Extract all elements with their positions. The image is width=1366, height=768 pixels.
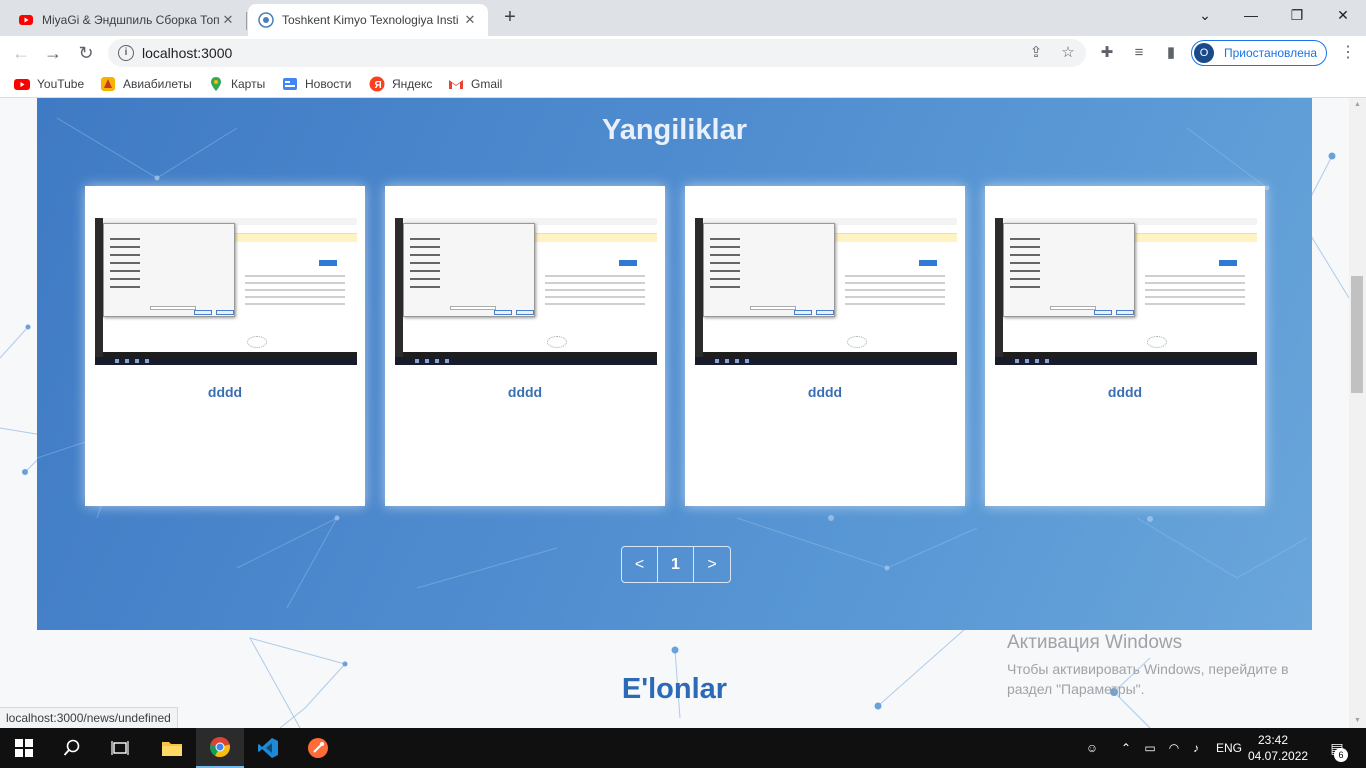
clock-date: 04.07.2022 (1248, 749, 1309, 763)
close-window-button[interactable]: ✕ (1320, 0, 1366, 30)
restore-button[interactable]: ❐ (1274, 0, 1320, 30)
aviabilety-icon (101, 77, 115, 91)
reload-icon[interactable]: ↻ (73, 40, 99, 66)
start-button[interactable] (0, 728, 48, 768)
close-tab-icon[interactable]: ✕ (462, 12, 478, 28)
browser-tab-bar: MiyaGi & Эндшпиль Сборка Топ ✕ Toshkent … (0, 0, 1366, 36)
tab-separator (246, 12, 247, 30)
news-section: Yangiliklar dddd dddd dddd dddd < 1 > (37, 98, 1312, 630)
volume-icon[interactable]: ♪ (1186, 728, 1206, 768)
news-card-caption[interactable]: dddd (85, 384, 365, 400)
gmail-icon (449, 80, 463, 89)
pagination-next-button[interactable]: > (694, 547, 730, 582)
news-card-image[interactable] (695, 218, 957, 365)
new-tab-button[interactable]: + (498, 6, 522, 30)
pagination-page-1[interactable]: 1 (658, 547, 694, 582)
scrollbar-thumb[interactable] (1351, 276, 1363, 393)
vscode-taskbar-icon[interactable] (244, 728, 292, 768)
youtube-icon (14, 79, 30, 90)
news-icon (283, 78, 297, 90)
profile-button[interactable]: O Приостановлена (1191, 40, 1327, 66)
news-card[interactable]: dddd (985, 186, 1265, 506)
address-url[interactable]: localhost:3000 (142, 45, 232, 61)
profile-status: Приостановлена (1224, 46, 1318, 60)
news-card[interactable]: dddd (85, 186, 365, 506)
bookmark-label: Карты (231, 77, 266, 91)
windows-logo-icon (15, 739, 33, 757)
news-card-image[interactable] (995, 218, 1257, 365)
clock-time: 23:42 (1257, 733, 1289, 747)
news-card-caption[interactable]: dddd (685, 384, 965, 400)
news-card-caption[interactable]: dddd (985, 384, 1265, 400)
show-hidden-icons-chevron-icon[interactable]: ⌃ (1116, 728, 1136, 768)
bookmark-karty[interactable]: Карты (208, 75, 265, 93)
news-pagination: < 1 > (621, 546, 731, 583)
extensions-puzzle-icon[interactable]: ✚ (1096, 42, 1118, 64)
side-panel-icon[interactable]: ▮ (1160, 42, 1182, 64)
scroll-up-arrow-icon[interactable]: ▲ (1349, 98, 1366, 112)
bookmark-label: YouTube (37, 77, 85, 91)
bookmark-gmail[interactable]: Gmail (448, 75, 502, 93)
back-arrow-icon[interactable]: ← (8, 40, 34, 66)
news-card-image[interactable] (395, 218, 657, 365)
svg-text:Я: Я (375, 80, 382, 91)
bookmark-label: Gmail (471, 77, 503, 91)
bookmark-star-icon[interactable]: ☆ (1058, 43, 1078, 63)
close-tab-icon[interactable]: ✕ (220, 12, 236, 28)
input-language[interactable]: ENG (1212, 728, 1246, 768)
system-clock[interactable]: 23:42 04.07.2022 (1248, 732, 1309, 764)
browser-toolbar: ← → ↻ i localhost:3000 ⇪ ☆ ✚ ≡ ▮ O Приос… (0, 36, 1366, 70)
bookmark-label: Новости (305, 77, 352, 91)
bookmark-label: Авиабилеты (123, 77, 192, 91)
news-section-title: Yangiliklar (601, 114, 748, 146)
tab-active-site[interactable]: Toshkent Kimyo Texnologiya Insti ✕ (248, 4, 488, 36)
pagination-prev-button[interactable]: < (622, 547, 658, 582)
people-icon[interactable]: ☺ (1078, 728, 1106, 768)
windows-activation-watermark: Активация Windows Чтобы активировать Win… (1007, 632, 1317, 699)
forward-arrow-icon[interactable]: → (40, 40, 66, 66)
address-bar[interactable]: i localhost:3000 ⇪ ☆ (108, 39, 1086, 67)
file-explorer-icon[interactable] (148, 728, 196, 768)
page-viewport: Yangiliklar dddd dddd dddd dddd < 1 > E'… (0, 98, 1349, 728)
media-queue-icon[interactable]: ≡ (1128, 42, 1150, 64)
search-icon[interactable] (48, 728, 96, 768)
scroll-down-arrow-icon[interactable]: ▼ (1349, 714, 1366, 728)
bookmark-aviabilety[interactable]: Авиабилеты (100, 75, 192, 93)
news-card[interactable]: dddd (685, 186, 965, 506)
activation-message: Чтобы активировать Windows, перейдите в … (1007, 661, 1289, 697)
minimize-button[interactable]: — (1228, 0, 1274, 30)
news-card[interactable]: dddd (385, 186, 665, 506)
link-status-bubble: localhost:3000/news/undefined (0, 707, 178, 728)
tab-title: Toshkent Kimyo Texnologiya Insti (282, 13, 459, 27)
bookmark-novosti[interactable]: Новости (282, 75, 351, 93)
avatar: O (1194, 43, 1214, 63)
bookmarks-bar: YouTube Авиабилеты Карты Новости Я Яндек… (0, 70, 1366, 98)
more-menu-icon[interactable]: ⋮ (1340, 42, 1356, 64)
youtube-icon (19, 15, 33, 25)
tab-youtube[interactable]: MiyaGi & Эндшпиль Сборка Топ ✕ (8, 4, 246, 36)
wifi-icon[interactable]: ◠ (1164, 728, 1184, 768)
page-scrollbar[interactable]: ▲ ▼ (1349, 98, 1366, 728)
tab-search-icon[interactable]: ⌄ (1182, 0, 1228, 30)
news-card-caption[interactable]: dddd (385, 384, 665, 400)
tab-title: MiyaGi & Эндшпиль Сборка Топ (42, 13, 220, 27)
news-card-image[interactable] (95, 218, 357, 365)
activation-heading: Активация Windows (1007, 632, 1183, 653)
site-logo-icon (258, 12, 274, 28)
notification-badge: 6 (1334, 748, 1348, 762)
bookmark-label: Яндекс (392, 77, 433, 91)
windows-taskbar: ☺ ⌃ ▭ ◠ ♪ ENG 23:42 04.07.2022 ▤ 6 (0, 728, 1366, 768)
battery-icon[interactable]: ▭ (1140, 728, 1160, 768)
share-icon[interactable]: ⇪ (1026, 43, 1046, 63)
yandex-icon: Я (369, 76, 385, 92)
bookmark-youtube[interactable]: YouTube (14, 75, 84, 93)
chrome-taskbar-icon[interactable] (196, 728, 244, 768)
bookmark-yandex[interactable]: Я Яндекс (369, 75, 432, 93)
postman-taskbar-icon[interactable] (294, 728, 342, 768)
site-info-icon[interactable]: i (118, 45, 134, 61)
maps-pin-icon (211, 77, 221, 91)
task-view-icon[interactable] (96, 728, 144, 768)
